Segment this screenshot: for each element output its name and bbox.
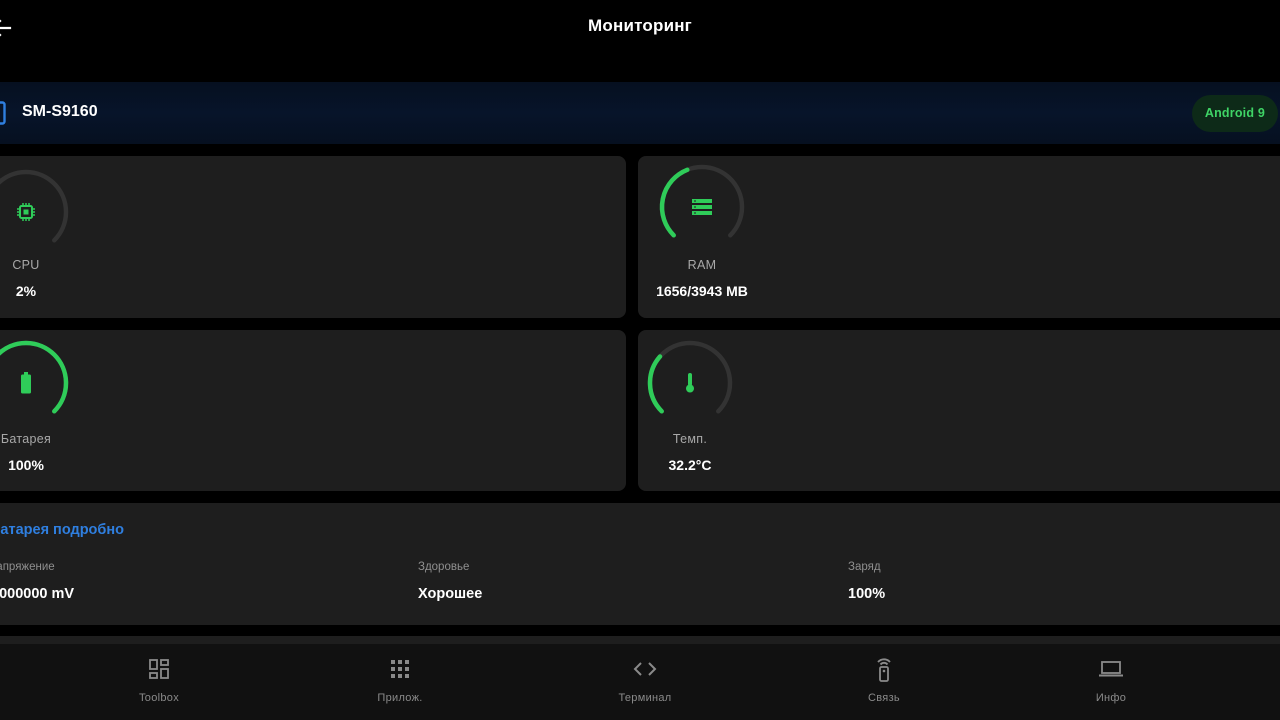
ram-label: RAM: [687, 258, 717, 272]
temperature-label: Темп.: [672, 432, 708, 446]
battery-label: Батарея: [0, 432, 52, 446]
code-icon: [633, 662, 657, 676]
nav-label-apps: Прилож.: [377, 692, 423, 704]
temperature-value: 32.2°C: [668, 457, 712, 473]
nav-item-toolbox[interactable]: Toolbox: [99, 644, 219, 720]
nav-item-connection[interactable]: Связь: [824, 644, 944, 720]
battery-icon: [21, 372, 31, 394]
battery-details-title: Батарея подробно: [0, 522, 124, 538]
nav-item-terminal[interactable]: Терминал: [585, 644, 705, 720]
charge-value: 100%: [848, 586, 886, 602]
cpu-value: 2%: [15, 283, 37, 299]
nav-label-info: Инфо: [1095, 692, 1127, 704]
cpu-card[interactable]: CPU 2%: [0, 156, 626, 318]
battery-value: 100%: [8, 457, 44, 473]
battery-card[interactable]: Батарея 100%: [0, 330, 626, 491]
monitoring-screen: Мониторинг SM-S9160 Android 9 CPU 2% RAM…: [0, 0, 1280, 720]
voltage-label: Напряжение: [0, 561, 55, 573]
nav-item-apps[interactable]: Прилож.: [340, 644, 460, 720]
health-value: Хорошее: [418, 586, 483, 602]
nav-item-info[interactable]: Инфо: [1051, 644, 1171, 720]
dashboard-icon: [149, 659, 169, 679]
cpu-label: CPU: [12, 258, 40, 272]
ram-value: 1656/3943 MB: [656, 283, 748, 299]
nav-label-connection: Связь: [868, 692, 900, 704]
ram-gauge: [656, 161, 748, 253]
nav-label-toolbox: Toolbox: [138, 692, 179, 704]
temperature-card[interactable]: Темп. 32.2°C: [638, 330, 1280, 491]
remote-icon: [877, 658, 891, 682]
cpu-gauge: [0, 166, 72, 258]
voltage-value: 4000000 mV: [0, 586, 75, 602]
os-version-badge: Android 9: [1191, 95, 1278, 132]
charge-label: Заряд: [848, 561, 881, 573]
page-title: Мониторинг: [588, 16, 692, 35]
nav-label-terminal: Терминал: [618, 692, 672, 704]
ram-card[interactable]: RAM 1656/3943 MB: [638, 156, 1280, 318]
device-info-bar: SM-S9160 Android 9: [0, 82, 1280, 144]
laptop-icon: [1099, 661, 1123, 677]
battery-details-card: Батарея подробно Напряжение 4000000 mV З…: [0, 503, 1280, 625]
apps-grid-icon: [391, 660, 409, 678]
device-name: SM-S9160: [22, 103, 98, 120]
storage-icon: [692, 199, 712, 215]
top-app-bar: Мониторинг: [0, 0, 1280, 56]
chip-icon: [17, 203, 35, 221]
temperature-gauge: [644, 337, 736, 429]
bottom-navigation: Toolbox Прилож. Терминал Связь Инфо: [0, 644, 1280, 720]
thermometer-icon: [686, 373, 694, 393]
battery-gauge: [0, 337, 72, 429]
health-label: Здоровье: [418, 561, 470, 573]
phone-icon: [0, 101, 6, 125]
